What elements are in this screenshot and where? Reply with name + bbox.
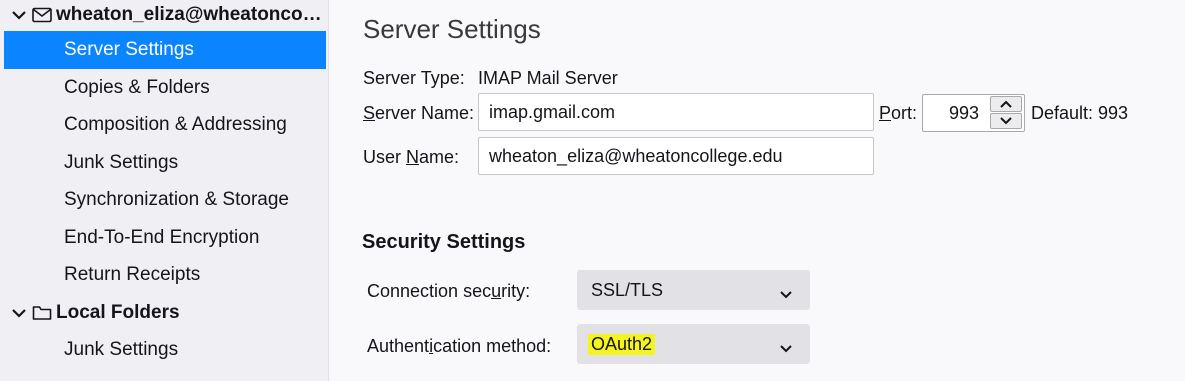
security-settings-heading: Security Settings <box>362 231 526 253</box>
connection-security-label: Connection security: <box>367 281 530 302</box>
connection-security-select[interactable]: SSL/TLS <box>577 270 810 310</box>
sidebar-item-label: Composition & Addressing <box>64 114 287 135</box>
sidebar-item-return-receipts[interactable]: Return Receipts <box>4 256 326 294</box>
mail-icon <box>32 6 54 24</box>
chevron-down-icon <box>780 283 792 304</box>
sidebar-item-local-junk-settings[interactable]: Junk Settings <box>4 331 326 369</box>
label-text: User <box>363 147 407 167</box>
sidebar-item-server-settings[interactable]: Server Settings <box>4 31 326 69</box>
sidebar-item-label: Junk Settings <box>64 339 179 360</box>
access-key: u <box>491 281 502 301</box>
sidebar-item-label: Synchronization & Storage <box>64 189 289 210</box>
sidebar-item-label: Junk Settings <box>64 152 179 173</box>
sidebar-item-composition-addressing[interactable]: Composition & Addressing <box>4 106 326 144</box>
port-increment-button[interactable] <box>990 96 1022 112</box>
port-input[interactable] <box>923 95 989 131</box>
user-name-input[interactable] <box>478 137 874 175</box>
authentication-method-value: OAuth2 <box>588 333 656 355</box>
label-text: rity: <box>501 281 531 301</box>
user-name-label: User Name: <box>363 147 459 168</box>
connection-security-value: SSL/TLS <box>591 279 664 300</box>
sidebar-item-copies-folders[interactable]: Copies & Folders <box>4 69 326 107</box>
label-text: cation method: <box>433 336 552 356</box>
page-title: Server Settings <box>363 14 541 44</box>
label-text: ort: <box>891 103 918 123</box>
sidebar-item-label: Copies & Folders <box>64 77 210 98</box>
chevron-down-icon <box>780 337 792 358</box>
authentication-method-select[interactable]: OAuth2 <box>577 324 810 364</box>
label-text: Authent <box>367 336 430 356</box>
sidebar-item-label: End-To-End Encryption <box>64 227 260 248</box>
account-name: wheaton_eliza@wheatoncoll... <box>56 4 326 25</box>
access-key: P <box>879 103 892 123</box>
chevron-down-icon[interactable] <box>10 6 28 24</box>
server-type-label: Server Type: <box>363 68 465 88</box>
server-name-label: Server Name: <box>363 103 474 124</box>
local-folders-header[interactable]: Local Folders <box>4 294 326 332</box>
sidebar-item-end-to-end-encryption[interactable]: End-To-End Encryption <box>4 219 326 257</box>
sidebar-item-label: Return Receipts <box>64 264 201 285</box>
port-decrement-button[interactable] <box>990 113 1022 129</box>
label-text: Connection sec <box>367 281 492 301</box>
access-key: S <box>363 103 376 123</box>
settings-panel: Server Settings Server Type: IMAP Mail S… <box>329 0 1185 381</box>
port-default-text: Default: 993 <box>1031 103 1129 123</box>
folder-icon <box>32 304 54 322</box>
local-folders-label: Local Folders <box>56 302 180 323</box>
sidebar-item-synchronization-storage[interactable]: Synchronization & Storage <box>4 181 326 219</box>
sidebar-item-junk-settings[interactable]: Junk Settings <box>4 144 326 182</box>
account-header[interactable]: wheaton_eliza@wheatoncoll... <box>4 0 326 34</box>
server-name-input[interactable] <box>478 93 874 131</box>
chevron-down-icon <box>1000 117 1012 125</box>
port-stepper[interactable] <box>922 94 1025 132</box>
port-label: Port: <box>879 103 917 124</box>
chevron-up-icon <box>1000 100 1012 108</box>
label-text: erver Name: <box>375 103 475 123</box>
server-type-value: IMAP Mail Server <box>478 68 618 88</box>
authentication-method-label: Authentication method: <box>367 336 551 357</box>
access-key: N <box>406 147 420 167</box>
account-tree: wheaton_eliza@wheatoncoll... Server Sett… <box>0 0 329 381</box>
chevron-down-icon[interactable] <box>10 304 28 322</box>
label-text: ame: <box>419 147 460 167</box>
sidebar-item-label: Server Settings <box>64 39 194 60</box>
